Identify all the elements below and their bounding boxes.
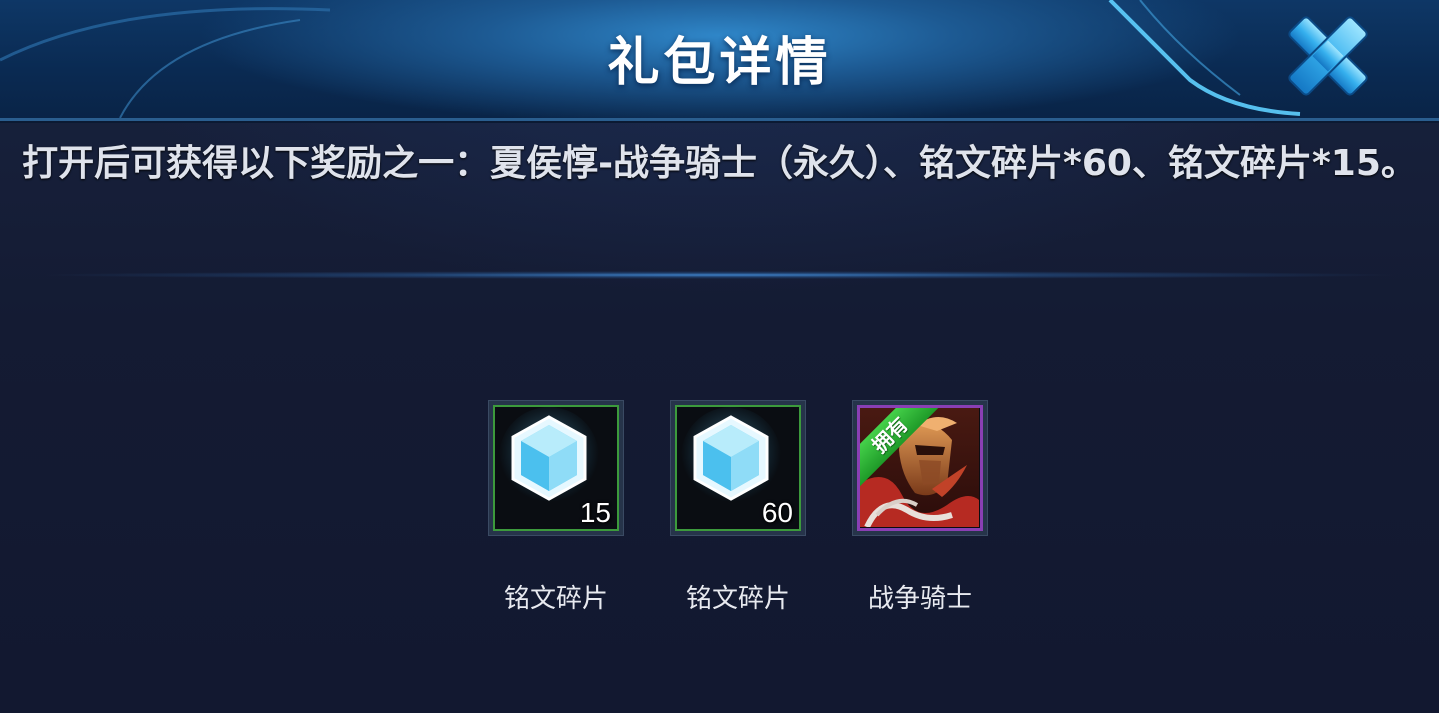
close-button[interactable] xyxy=(1276,8,1380,106)
reward-item[interactable]: 拥有 战争骑士 xyxy=(850,400,990,615)
reward-icon-slot: 15 xyxy=(493,405,619,531)
close-icon xyxy=(1288,16,1368,96)
divider xyxy=(40,270,1399,280)
reward-item[interactable]: 15 铭文碎片 xyxy=(486,400,626,615)
reward-count: 60 xyxy=(761,497,793,528)
reward-name: 战争骑士 xyxy=(867,584,972,614)
dialog-header: 礼包详情 xyxy=(0,0,1439,121)
reward-icon-frame: 60 xyxy=(670,400,806,536)
reward-icon-frame: 拥有 xyxy=(852,400,988,536)
reward-count: 15 xyxy=(579,497,611,528)
reward-icon-slot: 拥有 xyxy=(857,405,983,531)
reward-name: 铭文碎片 xyxy=(503,584,608,614)
reward-name: 铭文碎片 xyxy=(685,584,790,614)
reward-icon-slot: 60 xyxy=(675,405,801,531)
reward-description: 打开后可获得以下奖励之一：夏侯惇-战争骑士（永久）、铭文碎片*60、铭文碎片*1… xyxy=(22,143,1417,184)
dialog-title: 礼包详情 xyxy=(607,33,832,93)
gift-pack-dialog: 礼包详情 打开后可获得以下奖励之一：夏侯惇-战争骑士（永久）、铭文碎片*60、铭 xyxy=(0,0,1439,713)
reward-icon-frame: 15 xyxy=(488,400,624,536)
reward-item[interactable]: 60 铭文碎片 xyxy=(668,400,808,615)
